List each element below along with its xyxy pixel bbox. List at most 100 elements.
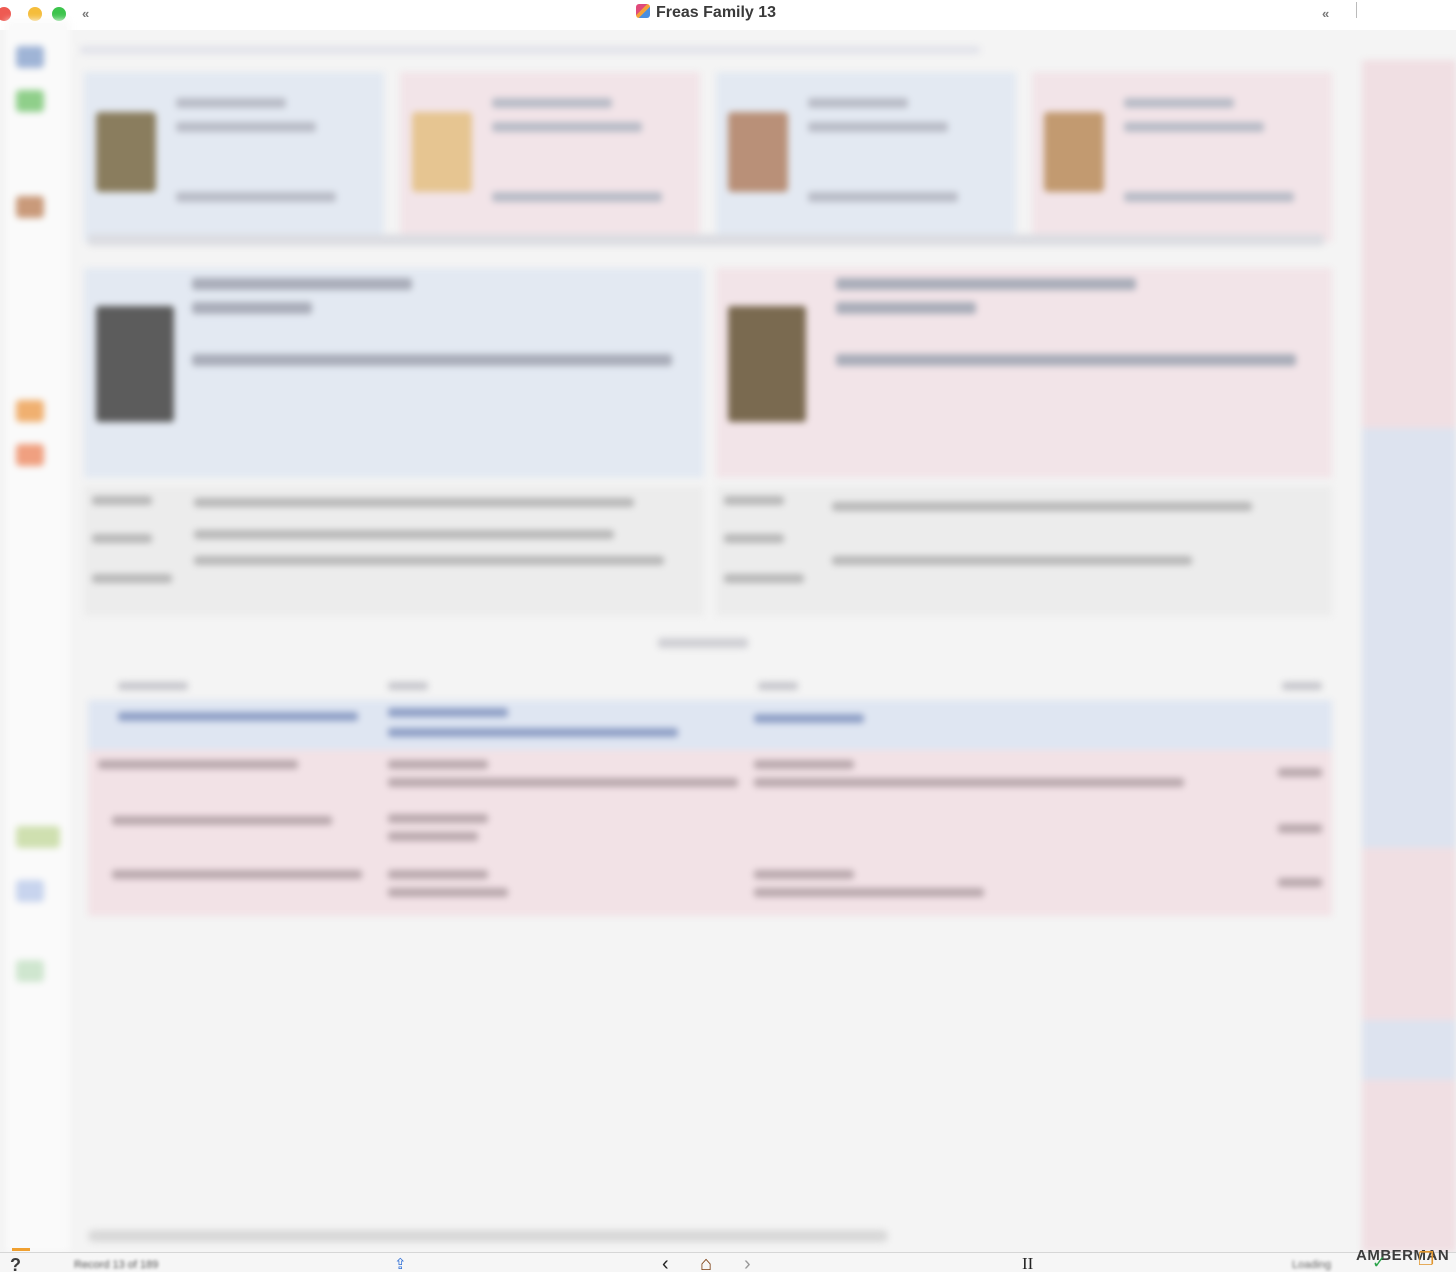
child-death (754, 870, 854, 879)
table-row[interactable] (88, 700, 1332, 750)
sidebar-places-icon[interactable] (16, 400, 44, 422)
person-detail (176, 192, 336, 202)
table-row[interactable] (88, 750, 1332, 806)
wife-birth-detail (836, 354, 1296, 366)
sidebar-active-indicator (12, 1248, 30, 1251)
person-name (1124, 98, 1234, 108)
title-divider (1356, 2, 1357, 18)
sidebar-tree-icon[interactable] (16, 90, 44, 112)
person-name (808, 98, 908, 108)
sidebar-sources-icon[interactable] (16, 444, 44, 466)
collapse-right-sidebar-button[interactable]: « (1322, 6, 1329, 21)
children-table-header (88, 674, 1332, 700)
close-window-button[interactable] (0, 7, 11, 21)
fact-value (832, 556, 1192, 565)
selected-person-name: AMBERMAN (1356, 1247, 1450, 1261)
fact-value (194, 498, 634, 507)
sidebar-media-icon[interactable] (16, 196, 44, 218)
wife-name (836, 278, 1136, 290)
right-list-item[interactable] (1362, 1020, 1456, 1080)
person-detail (808, 192, 958, 202)
status-text: Loading (1292, 1259, 1332, 1271)
pause-icon[interactable]: II (1022, 1254, 1033, 1272)
maternal-grandmother-card[interactable] (1032, 72, 1332, 242)
child-name (112, 816, 332, 825)
child-birth (388, 760, 488, 769)
children-section-label (658, 638, 748, 648)
wife-dates (836, 302, 976, 314)
fact-label (724, 534, 784, 543)
right-list-highlight[interactable] (1362, 428, 1456, 848)
child-death-place (754, 778, 1184, 787)
left-sidebar (6, 20, 70, 1252)
column-header[interactable] (758, 682, 798, 690)
home-icon[interactable]: ⌂ (700, 1253, 712, 1272)
person-dates (176, 122, 316, 132)
child-birth (388, 708, 508, 717)
column-header[interactable] (388, 682, 428, 690)
table-row[interactable] (88, 806, 1332, 860)
share-icon[interactable]: ⇪ (394, 1255, 407, 1272)
husband-photo (96, 306, 174, 422)
column-header[interactable] (118, 682, 188, 690)
fact-label (92, 574, 172, 583)
zoom-window-button[interactable] (52, 7, 66, 21)
person-dates (808, 122, 948, 132)
minimize-window-button[interactable] (28, 7, 42, 21)
help-icon[interactable]: ? (10, 1255, 21, 1272)
child-name (98, 760, 298, 769)
child-name (112, 870, 362, 879)
child-age (1278, 824, 1322, 833)
forward-arrow-icon[interactable]: › (744, 1253, 751, 1272)
child-birth (388, 814, 488, 823)
child-age (1278, 768, 1322, 777)
person-name (492, 98, 612, 108)
child-death (754, 714, 864, 723)
fact-value (194, 530, 614, 539)
maternal-grandfather-card[interactable] (716, 72, 1016, 242)
column-header[interactable] (1282, 682, 1322, 690)
person-photo (96, 112, 156, 192)
wife-photo (728, 306, 806, 422)
parents-connector (88, 234, 1324, 246)
person-name (176, 98, 286, 108)
sidebar-reports-icon[interactable] (16, 960, 44, 982)
husband-name (192, 278, 412, 290)
fact-label (724, 496, 784, 505)
window-icon[interactable]: ❐ (1418, 1249, 1434, 1270)
fact-label (92, 496, 152, 505)
child-birth (388, 870, 488, 879)
app-window: « Freas Family 13 « ? Record 13 of 189 ⇪… (0, 0, 1456, 1272)
right-sidebar-list (1362, 60, 1456, 1252)
horizontal-scrollbar[interactable] (88, 1230, 888, 1242)
collapse-left-sidebar-button[interactable]: « (82, 6, 89, 21)
paternal-grandmother-card[interactable] (400, 72, 700, 242)
child-death-place (754, 888, 984, 897)
view-toolbar (80, 46, 980, 54)
child-birth-place (388, 778, 738, 787)
checkmark-icon[interactable]: ✓ (1372, 1253, 1386, 1272)
wife-card[interactable] (716, 268, 1332, 478)
child-name (118, 712, 358, 721)
husband-facts-panel (84, 486, 704, 616)
back-arrow-icon[interactable]: ‹ (662, 1253, 669, 1272)
paternal-grandfather-card[interactable] (84, 72, 384, 242)
status-bar: ? Record 13 of 189 ⇪ ‹ ⌂ › II Loading AM… (0, 1247, 1456, 1272)
husband-birth-detail (192, 354, 672, 366)
child-age (1278, 878, 1322, 887)
child-death (754, 760, 854, 769)
husband-dates (192, 302, 312, 314)
sidebar-web-search-icon[interactable] (16, 880, 44, 902)
table-row[interactable] (88, 860, 1332, 916)
fact-label (724, 574, 804, 583)
child-birth-place (388, 832, 478, 841)
window-title-text: Freas Family 13 (656, 4, 777, 21)
husband-card[interactable] (84, 268, 704, 478)
child-birth-place (388, 888, 508, 897)
sidebar-people-icon[interactable] (16, 46, 44, 68)
person-dates (492, 122, 642, 132)
person-photo (728, 112, 788, 192)
fact-label (92, 534, 152, 543)
fact-value (194, 556, 664, 565)
record-count: Record 13 of 189 (74, 1259, 159, 1271)
